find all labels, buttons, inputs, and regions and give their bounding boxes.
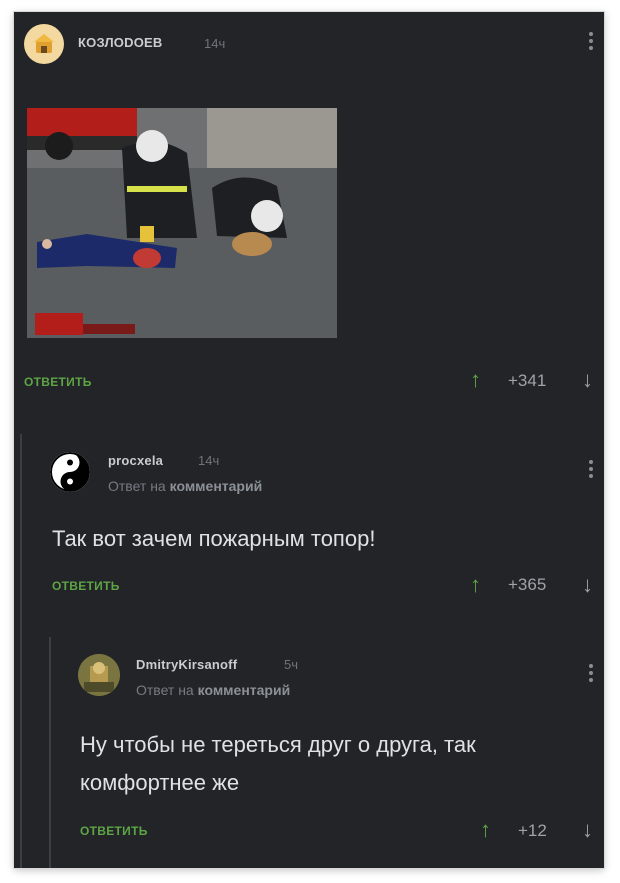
thread-line: [20, 434, 22, 868]
comment-image[interactable]: [27, 108, 337, 338]
reply-to-link[interactable]: комментарий: [170, 478, 263, 494]
comment-text-line: комфортнее же: [80, 770, 240, 795]
comment-score: +341: [508, 371, 547, 390]
reply-button[interactable]: ОТВЕТИТЬ: [24, 375, 92, 389]
thread-line: [49, 637, 51, 868]
upvote-icon[interactable]: ↑: [470, 367, 481, 393]
avatar[interactable]: [24, 24, 64, 64]
comment-text-line: Ну чтобы не тереться друг о друга, так: [80, 732, 476, 757]
username[interactable]: КОЗЛODOEB: [78, 35, 162, 50]
avatar[interactable]: [50, 452, 90, 492]
reply-to-prefix: Ответ на: [108, 478, 166, 494]
timestamp: 14ч: [198, 453, 220, 468]
downvote-icon[interactable]: ↓: [582, 817, 593, 843]
username[interactable]: DmitryKirsanoff: [136, 657, 237, 672]
more-options-icon[interactable]: [588, 460, 594, 481]
more-options-icon[interactable]: [588, 664, 594, 685]
reply-button[interactable]: ОТВЕТИТЬ: [80, 824, 148, 838]
timestamp: 5ч: [284, 657, 299, 672]
comment-text: Так вот зачем пожарным топор!: [52, 526, 376, 551]
reply-button[interactable]: ОТВЕТИТЬ: [52, 579, 120, 593]
comment-text: Ну чтобы не тереться друг о друга, так к…: [80, 726, 476, 802]
timestamp: 14ч: [204, 36, 226, 51]
username[interactable]: procxela: [108, 453, 163, 468]
comment-thread: КОЗЛODOEB 14ч ОТВЕТИТЬ ↑ +341 ↓ procxela…: [14, 12, 604, 868]
comment-score: +365: [508, 575, 547, 594]
reply-to-prefix: Ответ на: [136, 682, 194, 698]
more-options-icon[interactable]: [588, 32, 594, 53]
upvote-icon[interactable]: ↑: [480, 817, 491, 843]
comment-score: +12: [518, 821, 547, 840]
reply-to-link[interactable]: комментарий: [198, 682, 291, 698]
upvote-icon[interactable]: ↑: [470, 572, 481, 598]
downvote-icon[interactable]: ↓: [582, 367, 593, 393]
avatar[interactable]: [78, 654, 120, 696]
reply-to-label[interactable]: Ответ на комментарий: [136, 682, 290, 698]
downvote-icon[interactable]: ↓: [582, 572, 593, 598]
reply-to-label[interactable]: Ответ на комментарий: [108, 478, 262, 494]
